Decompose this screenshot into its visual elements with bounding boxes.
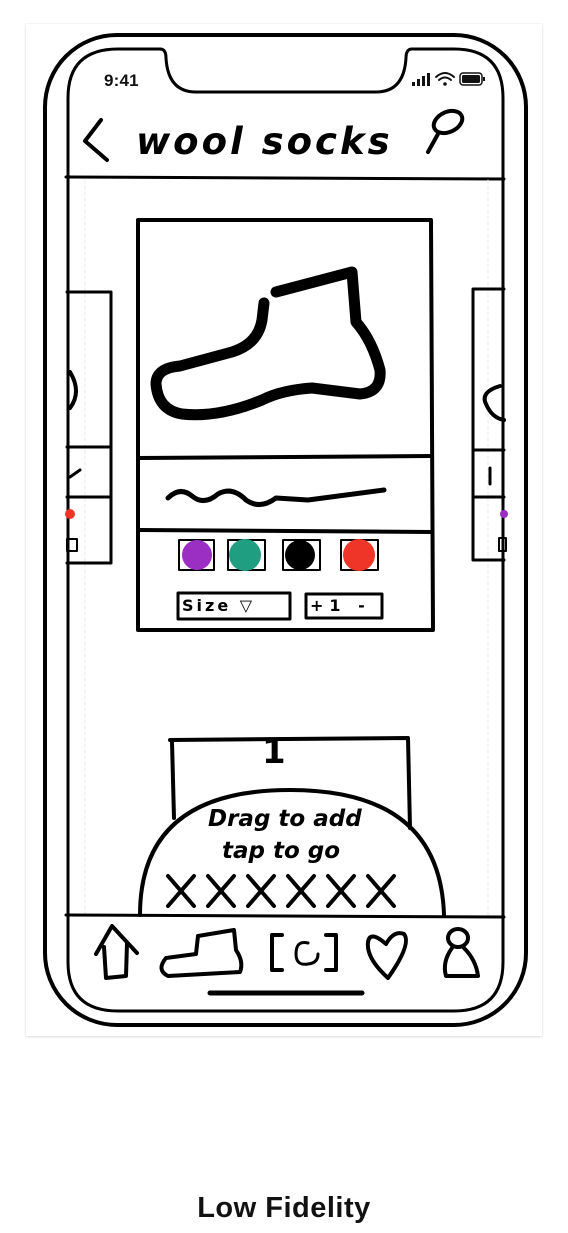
sock-illustration [150,266,386,421]
color-swatches [178,539,379,571]
caption: Low Fidelity [197,1192,371,1224]
product-description-scribble [165,487,387,507]
home-icon[interactable] [94,924,139,980]
cart-count: 1 [262,732,286,772]
heart-icon[interactable] [365,931,408,980]
sock-icon[interactable] [159,928,244,978]
person-icon[interactable] [442,927,480,978]
previous-product-card[interactable] [65,290,113,565]
product-card[interactable] [136,218,435,632]
status-time: 9:41 [104,71,139,90]
tab-bar-divider [64,913,506,919]
signal-icon [412,73,430,86]
wireframe-sketch [43,33,528,1027]
size-selector-label[interactable]: Size ▽ [182,596,255,615]
cart-hint-line2: tap to go [222,838,341,864]
page-title: wool socks [136,120,393,163]
quantity-stepper-label[interactable]: +1 - [310,596,371,615]
back-chevron-icon[interactable] [83,118,109,162]
search-icon[interactable] [426,107,466,154]
battery-icon [459,72,485,86]
cart-hint-line1: Drag to add [208,806,362,832]
header-divider [64,175,506,181]
camera-icon[interactable] [270,933,338,972]
wifi-icon [435,72,455,86]
